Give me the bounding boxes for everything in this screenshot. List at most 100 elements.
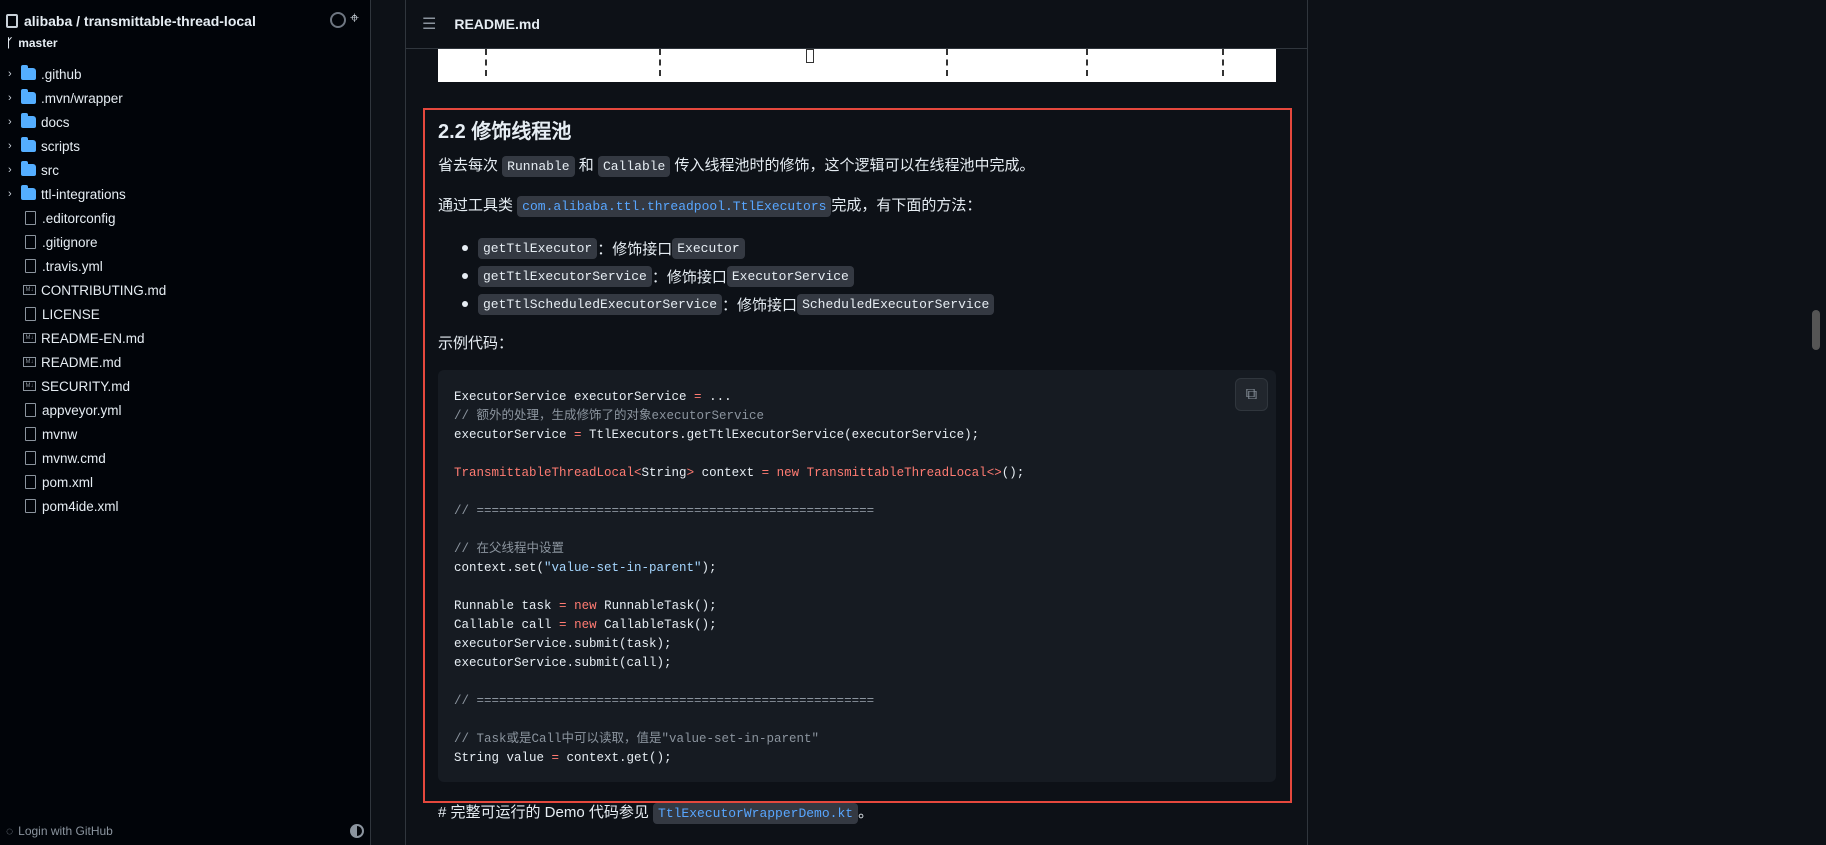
diagram-line [1222, 49, 1224, 76]
file-item[interactable]: .gitignore [0, 230, 371, 254]
list-item: getTtlExecutorService ：修饰接口 ExecutorServi… [462, 262, 994, 290]
branch-selector[interactable]: ᚴ master [6, 36, 58, 50]
file-item[interactable]: .editorconfig [0, 206, 371, 230]
diagram-image [438, 49, 1276, 82]
method-list: getTtlExecutor ：修饰接口 Executor getTtlExecu… [462, 234, 995, 318]
folder-item[interactable]: › src [0, 158, 371, 182]
pin-icon[interactable]: ⌖ [350, 10, 359, 28]
code-block: ⧉ ExecutorService executorService = ... … [438, 370, 1276, 782]
file-name: README.md [41, 354, 122, 370]
readme-title: README.md [454, 16, 540, 32]
copy-icon[interactable]: ⧉ [1235, 378, 1268, 411]
folder-icon [21, 65, 36, 80]
markdown-icon: M↓ [23, 381, 36, 391]
diagram-line [1086, 49, 1088, 76]
file-item[interactable]: M↓ SECURITY.md [0, 374, 371, 398]
theme-toggle-icon[interactable] [350, 824, 364, 838]
file-item[interactable]: pom.xml [0, 470, 371, 494]
file-sidebar: alibaba / transmittable-thread-local ᚴ ma… [0, 0, 371, 845]
file-item[interactable]: LICENSE [0, 302, 371, 326]
file-name: src [41, 162, 59, 178]
folder-icon [21, 113, 36, 128]
code-content: ExecutorService executorService = ... //… [454, 390, 1025, 765]
file-item[interactable]: M↓ CONTRIBUTING.md [0, 278, 371, 302]
list-item: getTtlScheduledExecutorService ：修饰接口 Sche… [462, 290, 995, 318]
chevron-right-icon: › [8, 164, 12, 176]
section-heading: 2.2 修饰线程池 [438, 121, 572, 143]
sample-label: 示例代码： [438, 335, 514, 352]
folder-icon [21, 137, 36, 152]
file-item[interactable]: M↓ README.md [0, 350, 371, 374]
demo-note: # 完整可运行的 Demo 代码参见 TtlExecutorWrapperDem… [438, 801, 873, 824]
chevron-right-icon: › [8, 116, 12, 128]
file-name: CONTRIBUTING.md [41, 282, 167, 298]
file-name: ttl-integrations [41, 186, 126, 202]
diagram-line [485, 49, 487, 76]
file-name: LICENSE [42, 306, 100, 322]
file-name: appveyor.yml [42, 402, 122, 418]
file-icon [25, 499, 36, 513]
demo-link[interactable]: TtlExecutorWrapperDemo.kt [653, 803, 859, 824]
file-icon [25, 307, 36, 321]
file-item[interactable]: pom4ide.xml [0, 494, 371, 518]
diagram-line [946, 49, 948, 76]
list-item: getTtlExecutor ：修饰接口 Executor [462, 234, 994, 262]
folder-item[interactable]: › ttl-integrations [0, 182, 371, 206]
file-name: mvnw.cmd [42, 450, 106, 466]
folder-item[interactable]: › .github [0, 62, 371, 86]
file-icon [25, 259, 36, 273]
readme-panel: ☰ README.md 2.2 修饰线程池 省去每次 Runnable 和 Cal… [405, 0, 1308, 845]
file-name: README-EN.md [41, 330, 145, 346]
file-name: pom4ide.xml [42, 498, 119, 514]
file-tree: › .github › .mvn/wrapper › docs › scripts › src › t… [0, 62, 371, 518]
file-icon [25, 403, 36, 417]
folder-item[interactable]: › docs [0, 110, 371, 134]
chevron-right-icon: › [8, 188, 12, 200]
folder-item[interactable]: › .mvn/wrapper [0, 86, 371, 110]
repo-title[interactable]: alibaba / transmittable-thread-local [6, 13, 256, 29]
file-name: pom.xml [42, 474, 94, 490]
chevron-right-icon: › [8, 140, 12, 152]
file-item[interactable]: appveyor.yml [0, 398, 371, 422]
file-name: docs [41, 114, 70, 130]
branch-icon: ᚴ [6, 36, 14, 50]
diagram-line [659, 49, 661, 76]
github-icon: ◌ [6, 824, 14, 838]
file-name: mvnw [42, 426, 78, 442]
ttlexecutors-link[interactable]: com.alibaba.ttl.threadpool.TtlExecutors [517, 196, 832, 217]
paragraph-runnable: 省去每次 Runnable 和 Callable 传入线程池时的修饰，这个逻辑可… [438, 155, 1035, 178]
gear-icon[interactable] [330, 12, 346, 28]
paragraph-utils: 通过工具类 com.alibaba.ttl.threadpool.TtlExec… [438, 195, 981, 218]
markdown-icon: M↓ [23, 333, 36, 343]
file-name: .github [41, 66, 82, 82]
folder-item[interactable]: › scripts [0, 134, 371, 158]
chevron-right-icon: › [8, 68, 12, 80]
scrollbar[interactable] [1812, 310, 1820, 350]
file-icon [25, 451, 36, 465]
file-name: .editorconfig [42, 210, 116, 226]
code-runnable: Runnable [502, 156, 575, 177]
chevron-right-icon: › [8, 92, 12, 104]
repo-icon [6, 14, 18, 28]
folder-icon [21, 185, 36, 200]
file-name: scripts [41, 138, 81, 154]
readme-header: ☰ README.md [406, 0, 1307, 49]
diagram-box [806, 49, 814, 63]
folder-icon [21, 89, 36, 104]
file-item[interactable]: mvnw [0, 422, 371, 446]
file-icon [25, 235, 36, 249]
file-icon [25, 475, 36, 489]
login-with-github[interactable]: ◌ Login with GitHub [6, 824, 113, 838]
file-name: .gitignore [42, 234, 98, 250]
markdown-icon: M↓ [23, 357, 36, 367]
file-item[interactable]: .travis.yml [0, 254, 371, 278]
markdown-icon: M↓ [23, 285, 36, 295]
file-name: SECURITY.md [41, 378, 131, 394]
list-icon[interactable]: ☰ [422, 14, 436, 34]
file-icon [25, 427, 36, 441]
file-name: .mvn/wrapper [41, 90, 123, 106]
file-name: .travis.yml [42, 258, 103, 274]
file-item[interactable]: mvnw.cmd [0, 446, 371, 470]
code-callable: Callable [597, 156, 671, 177]
file-item[interactable]: M↓ README-EN.md [0, 326, 371, 350]
